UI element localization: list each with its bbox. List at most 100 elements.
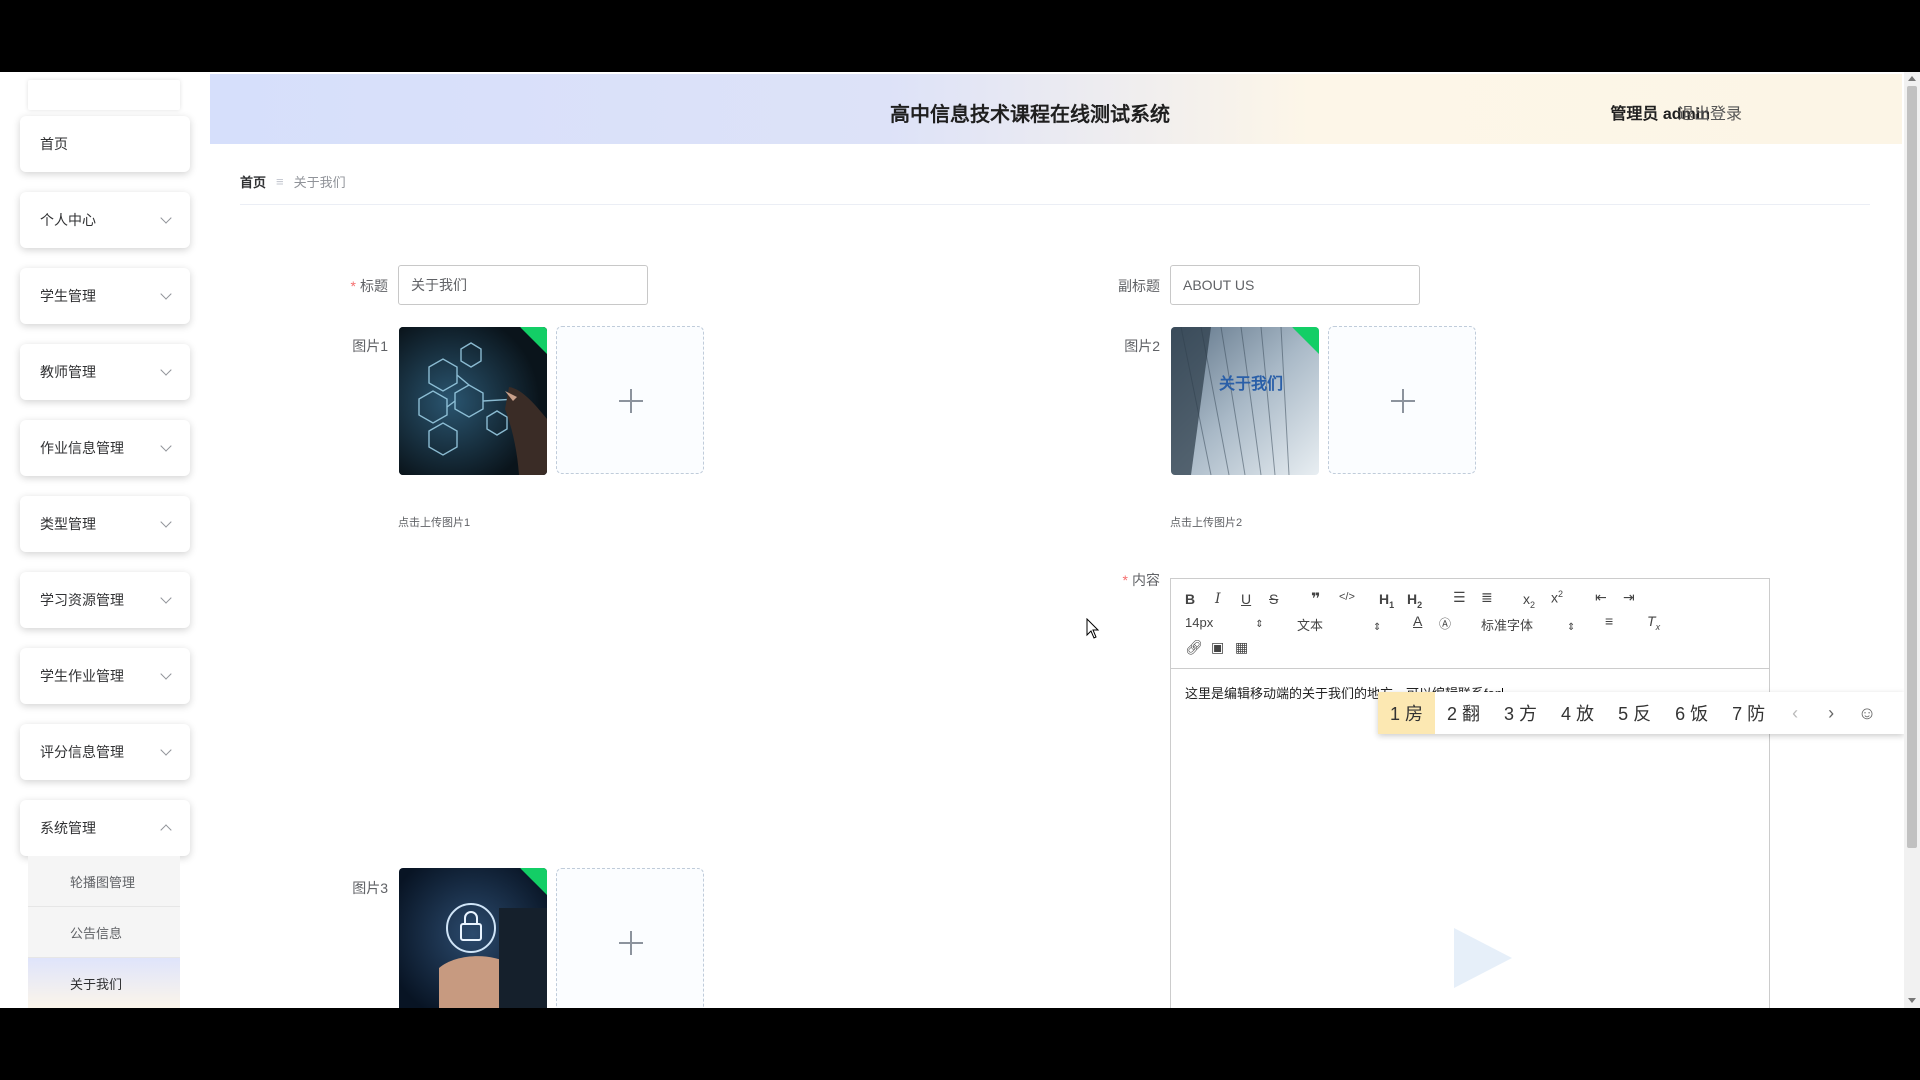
pic1-label: 图片1 (352, 338, 388, 354)
sidebar-item-label: 首页 (40, 136, 68, 152)
sidebar-item-personal-center[interactable]: 个人中心 (20, 192, 190, 248)
subtitle-input[interactable]: ABOUT US (1170, 265, 1420, 305)
ime-candidate[interactable]: 7 防 (1720, 692, 1777, 734)
ime-next-icon[interactable]: › (1813, 703, 1849, 724)
bold-button[interactable]: B (1185, 591, 1195, 607)
block-type-select[interactable]: 文本 ⇕ (1297, 615, 1381, 634)
content-label: * 内容 (1122, 572, 1160, 588)
image-icon[interactable]: ▣ (1211, 639, 1224, 656)
sidebar-item-label: 类型管理 (40, 516, 96, 532)
pic1-upload-button[interactable] (556, 326, 704, 474)
h2-button[interactable]: H2 (1407, 591, 1422, 610)
sidebar-item-system[interactable]: 系统管理 (20, 800, 190, 856)
link-icon[interactable]: 🔗︎ (1185, 639, 1203, 656)
ime-candidate[interactable]: 3 方 (1492, 692, 1549, 734)
code-button[interactable]: </> (1339, 591, 1355, 603)
mouse-cursor-icon (1086, 618, 1100, 639)
breadcrumb: 首页 ≡ 关于我们 (240, 172, 346, 191)
sidebar-item-teachers[interactable]: 教师管理 (20, 344, 190, 400)
breadcrumb-separator: ≡ (276, 174, 284, 189)
sidebar-top-stub (28, 80, 180, 110)
ordered-list-icon[interactable]: ☰ (1453, 589, 1466, 606)
subscript-button[interactable]: x2 (1523, 591, 1535, 610)
page-scrollbar[interactable] (1904, 72, 1920, 1008)
sidebar-item-label: 学生作业管理 (40, 668, 124, 684)
font-family-select[interactable]: 标准字体 ⇕ (1481, 615, 1575, 634)
italic-button[interactable]: I (1215, 591, 1221, 607)
title-label: * 标题 (350, 278, 388, 294)
ime-candidate-bar: 1 房 2 翻 3 方 4 放 5 反 6 饭 7 防 ‹ › ☺ (1378, 692, 1904, 734)
video-icon[interactable]: ▦ (1235, 639, 1248, 656)
pic3-thumbnail[interactable] (399, 868, 547, 1008)
sidebar: 首页 个人中心 学生管理 教师管理 作业信息管理 类型管理 学习资源管理 学生作… (0, 72, 210, 1008)
underline-button[interactable]: U (1241, 591, 1251, 607)
submenu-item-about-us[interactable]: 关于我们 (28, 958, 180, 1008)
pic3-label: 图片3 (352, 880, 388, 896)
submenu-item-carousel[interactable]: 轮播图管理 (28, 856, 180, 907)
pic2-hint: 点击上传图片2 (1170, 517, 1243, 529)
sidebar-item-label: 学习资源管理 (40, 592, 124, 608)
ime-candidate[interactable]: 4 放 (1549, 692, 1606, 734)
chevron-down-icon (160, 516, 172, 528)
outdent-icon[interactable]: ⇤ (1595, 589, 1607, 606)
sidebar-item-types[interactable]: 类型管理 (20, 496, 190, 552)
ime-candidate[interactable]: 1 房 (1378, 692, 1436, 734)
chevron-down-icon (160, 668, 172, 680)
pic2-overlay-text: 关于我们 (1219, 374, 1283, 393)
sidebar-item-homework-info[interactable]: 作业信息管理 (20, 420, 190, 476)
clear-format-icon[interactable]: Tx (1647, 613, 1660, 632)
logout-link[interactable]: 退出登录 (1678, 100, 1742, 124)
ime-candidate[interactable]: 6 饭 (1663, 692, 1720, 734)
watermark-logo-icon (1454, 928, 1512, 988)
sidebar-item-home[interactable]: 首页 (20, 116, 190, 172)
chevron-down-icon (160, 288, 172, 300)
sidebar-item-label: 学生管理 (40, 288, 96, 304)
superscript-button[interactable]: x2 (1551, 589, 1563, 606)
sidebar-item-grading[interactable]: 评分信息管理 (20, 724, 190, 780)
sidebar-item-student-homework[interactable]: 学生作业管理 (20, 648, 190, 704)
app-window: 首页 个人中心 学生管理 教师管理 作业信息管理 类型管理 学习资源管理 学生作… (0, 72, 1920, 1008)
submenu-item-label: 关于我们 (70, 976, 123, 992)
scrollbar-thumb[interactable] (1907, 86, 1917, 848)
strikethrough-button[interactable]: S (1269, 591, 1278, 607)
chevron-down-icon (160, 364, 172, 376)
font-color-button[interactable]: A (1413, 613, 1422, 629)
chevron-down-icon (160, 212, 172, 224)
sidebar-item-label: 评分信息管理 (40, 744, 124, 760)
chevron-down-icon (160, 744, 172, 756)
sidebar-item-students[interactable]: 学生管理 (20, 268, 190, 324)
chevron-up-icon (160, 824, 172, 836)
sidebar-item-resources[interactable]: 学习资源管理 (20, 572, 190, 628)
breadcrumb-home[interactable]: 首页 (240, 172, 266, 191)
pic2-thumbnail[interactable]: 关于我们 (1171, 327, 1319, 475)
bullet-list-icon[interactable]: ≣ (1481, 589, 1493, 606)
submenu-item-label: 公告信息 (70, 925, 123, 941)
ime-prev-icon[interactable]: ‹ (1777, 703, 1813, 724)
breadcrumb-current: 关于我们 (293, 175, 346, 190)
system-submenu: 轮播图管理 公告信息 关于我们 (28, 856, 180, 1008)
ime-candidate[interactable]: 2 翻 (1435, 692, 1492, 734)
pic3-upload-button[interactable] (556, 868, 704, 1008)
background-color-button[interactable]: Ⓐ (1439, 615, 1451, 632)
pic2-label: 图片2 (1124, 338, 1160, 354)
subtitle-label: 副标题 (1118, 278, 1160, 294)
pic1-hint: 点击上传图片1 (398, 517, 471, 529)
top-header: 高中信息技术课程在线测试系统 管理员 admin 退出登录 (210, 74, 1902, 144)
blockquote-button[interactable]: ❞ (1311, 589, 1320, 609)
pic1-thumbnail[interactable] (399, 327, 547, 475)
sidebar-item-label: 教师管理 (40, 364, 96, 380)
ime-candidate[interactable]: 5 反 (1606, 692, 1663, 734)
align-icon[interactable]: ≡ (1605, 613, 1613, 629)
editor-toolbar: B I U S ❞ </> H1 H2 ☰ ≣ x2 x2 ⇤ ⇥ 14px ⇕ … (1171, 579, 1769, 669)
title-input[interactable]: 关于我们 (398, 265, 648, 305)
h1-button[interactable]: H1 (1379, 591, 1394, 610)
indent-icon[interactable]: ⇥ (1623, 589, 1635, 606)
sidebar-item-label: 作业信息管理 (40, 440, 124, 456)
submenu-item-announcements[interactable]: 公告信息 (28, 907, 180, 958)
sidebar-item-label: 系统管理 (40, 820, 96, 836)
emoji-icon[interactable]: ☺ (1849, 703, 1885, 724)
submenu-item-label: 轮播图管理 (70, 874, 136, 890)
font-size-select[interactable]: 14px ⇕ (1185, 615, 1264, 630)
chevron-down-icon (160, 440, 172, 452)
pic2-upload-button[interactable] (1328, 326, 1476, 474)
